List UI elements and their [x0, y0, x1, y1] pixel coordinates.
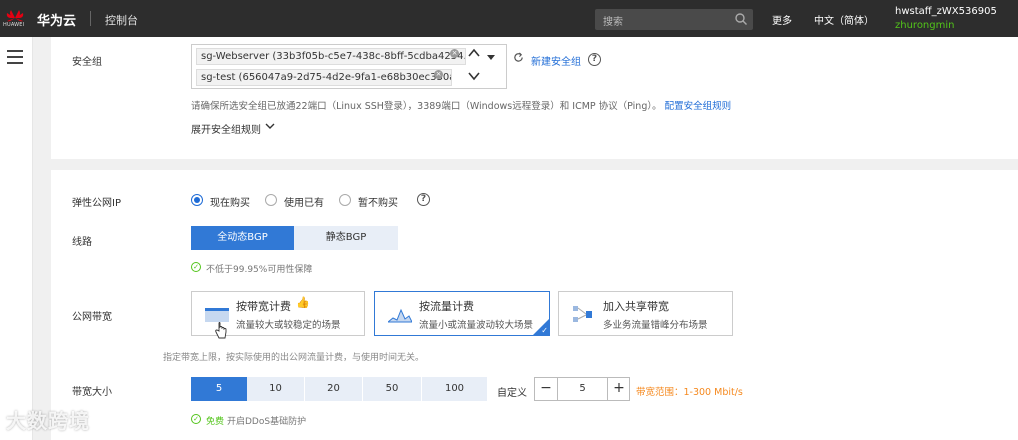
bandwidth-value-input[interactable]: 5: [557, 378, 608, 400]
user-account[interactable]: hwstaff_zWX536905: [895, 6, 997, 17]
card-title: 按流量计费: [419, 300, 474, 313]
eip-use-existing-radio[interactable]: [265, 194, 277, 206]
check-circle-icon: ✓: [191, 414, 201, 424]
billing-note: 指定带宽上限，按实际使用的出公网流量计费，与使用时间无关。: [163, 353, 425, 363]
left-sidebar: [0, 37, 33, 440]
language-selector[interactable]: 中文（简体）: [814, 12, 874, 27]
search-icon[interactable]: [734, 12, 748, 26]
increment-button[interactable]: +: [608, 378, 630, 400]
security-group-name: sg-test (656047a9-2d75-4d2e-9fa1-e68b30e…: [201, 72, 452, 83]
security-group-panel: 安全组 sg-Webserver (33b3f05b-c5e7-438c-8bf…: [51, 37, 1018, 159]
security-group-label: 安全组: [72, 57, 102, 68]
expand-rules-toggle[interactable]: 展开安全组规则: [191, 121, 261, 136]
refresh-icon[interactable]: [513, 52, 524, 63]
ddos-free-badge: 免费: [206, 417, 225, 427]
eip-option-label[interactable]: 暂不购买: [358, 194, 398, 209]
remove-tag-icon[interactable]: ×: [434, 70, 443, 79]
shared-bandwidth-icon: [573, 306, 592, 322]
check-circle-icon: ✓: [191, 262, 201, 272]
remove-tag-icon[interactable]: ×: [450, 49, 459, 58]
route-dynamic-bgp-option[interactable]: 全动态BGP: [191, 226, 294, 250]
security-group-name: sg-Webserver (33b3f05b-c5e7-438c-8bff-5c…: [201, 51, 466, 62]
console-link[interactable]: 控制台: [105, 12, 138, 28]
search-input[interactable]: 搜索: [603, 13, 623, 28]
selected-security-group: sg-Webserver (33b3f05b-c5e7-438c-8bff-5c…: [196, 48, 466, 65]
brand-name[interactable]: 华为云: [37, 10, 76, 29]
billing-by-traffic-card[interactable]: 按流量计费 流量小或流量波动较大场景 ✓: [374, 291, 550, 336]
route-label: 线路: [72, 237, 92, 248]
selected-security-group: sg-test (656047a9-2d75-4d2e-9fa1-e68b30e…: [196, 69, 452, 86]
security-group-select[interactable]: sg-Webserver (33b3f05b-c5e7-438c-8bff-5c…: [191, 44, 507, 89]
traffic-chart-icon: [388, 308, 412, 323]
card-title: 按带宽计费: [236, 300, 291, 313]
user-name[interactable]: zhurongmin: [895, 20, 954, 31]
card-title: 加入共享带宽: [603, 300, 669, 313]
config-rules-link[interactable]: 配置安全组规则: [665, 101, 732, 112]
eip-buy-now-radio[interactable]: [191, 194, 203, 206]
shared-bandwidth-card[interactable]: 加入共享带宽 多业务流量错峰分布场景: [558, 291, 733, 336]
thumbs-up-icon: 👍: [296, 296, 310, 309]
chevron-down-icon[interactable]: [265, 121, 275, 131]
bandwidth-chart-icon: [205, 308, 229, 322]
note-text: 请确保所选安全组已放通22端口（Linux SSH登录），3389端口（Wind…: [191, 101, 662, 112]
route-static-bgp-option[interactable]: 静态BGP: [294, 226, 398, 250]
scroll-arrows-icon[interactable]: [467, 46, 481, 86]
decrement-button[interactable]: −: [535, 378, 557, 400]
top-navigation-bar: HUAWEI 华为云 控制台 搜索 更多 中文（简体） hwstaff_zWX5…: [0, 0, 1018, 37]
logo-text: HUAWEI: [3, 22, 25, 28]
bandwidth-range-hint: 带宽范围：1-300 Mbit/s: [636, 387, 743, 398]
new-security-group-link[interactable]: 新建安全组: [531, 53, 581, 68]
dropdown-caret-icon[interactable]: [487, 55, 495, 60]
watermark: 大数跨境: [6, 409, 90, 433]
bandwidth-option-100[interactable]: 100: [422, 377, 488, 401]
card-subtitle: 多业务流量错峰分布场景: [603, 320, 708, 331]
availability-guarantee: 不低于99.95%可用性保障: [206, 265, 313, 275]
help-icon[interactable]: ?: [417, 193, 430, 206]
card-subtitle: 流量小或流量波动较大场景: [419, 320, 534, 331]
search-box[interactable]: 搜索: [595, 9, 753, 30]
bandwidth-option-10[interactable]: 10: [247, 377, 305, 401]
bandwidth-option-50[interactable]: 50: [363, 377, 422, 401]
eip-option-label[interactable]: 现在购买: [210, 194, 250, 209]
help-icon[interactable]: ?: [588, 53, 601, 66]
security-group-note: 请确保所选安全组已放通22端口（Linux SSH登录），3389端口（Wind…: [191, 98, 731, 112]
ddos-protection-text: 开启DDoS基础防护: [227, 417, 307, 427]
bandwidth-stepper[interactable]: − 5 +: [534, 377, 630, 401]
bandwidth-option-5[interactable]: 5: [191, 377, 247, 401]
eip-no-buy-radio[interactable]: [339, 194, 351, 206]
card-subtitle: 流量较大或较稳定的场景: [236, 320, 341, 331]
eip-option-label[interactable]: 使用已有: [284, 194, 324, 209]
eip-label: 弹性公网IP: [72, 198, 121, 209]
check-icon: ✓: [541, 326, 548, 335]
hand-cursor-icon: [215, 322, 227, 339]
header-divider: [90, 11, 91, 26]
custom-label: 自定义: [497, 388, 527, 399]
more-menu[interactable]: 更多: [772, 12, 792, 27]
network-panel: 弹性公网IP 现在购买 使用已有 暂不购买 ? 线路 全动态BGP 静态BGP …: [51, 170, 1018, 440]
bandwidth-option-20[interactable]: 20: [305, 377, 363, 401]
bandwidth-billing-label: 公网带宽: [72, 312, 112, 323]
bandwidth-size-label: 带宽大小: [72, 387, 112, 398]
menu-icon[interactable]: [7, 50, 23, 64]
